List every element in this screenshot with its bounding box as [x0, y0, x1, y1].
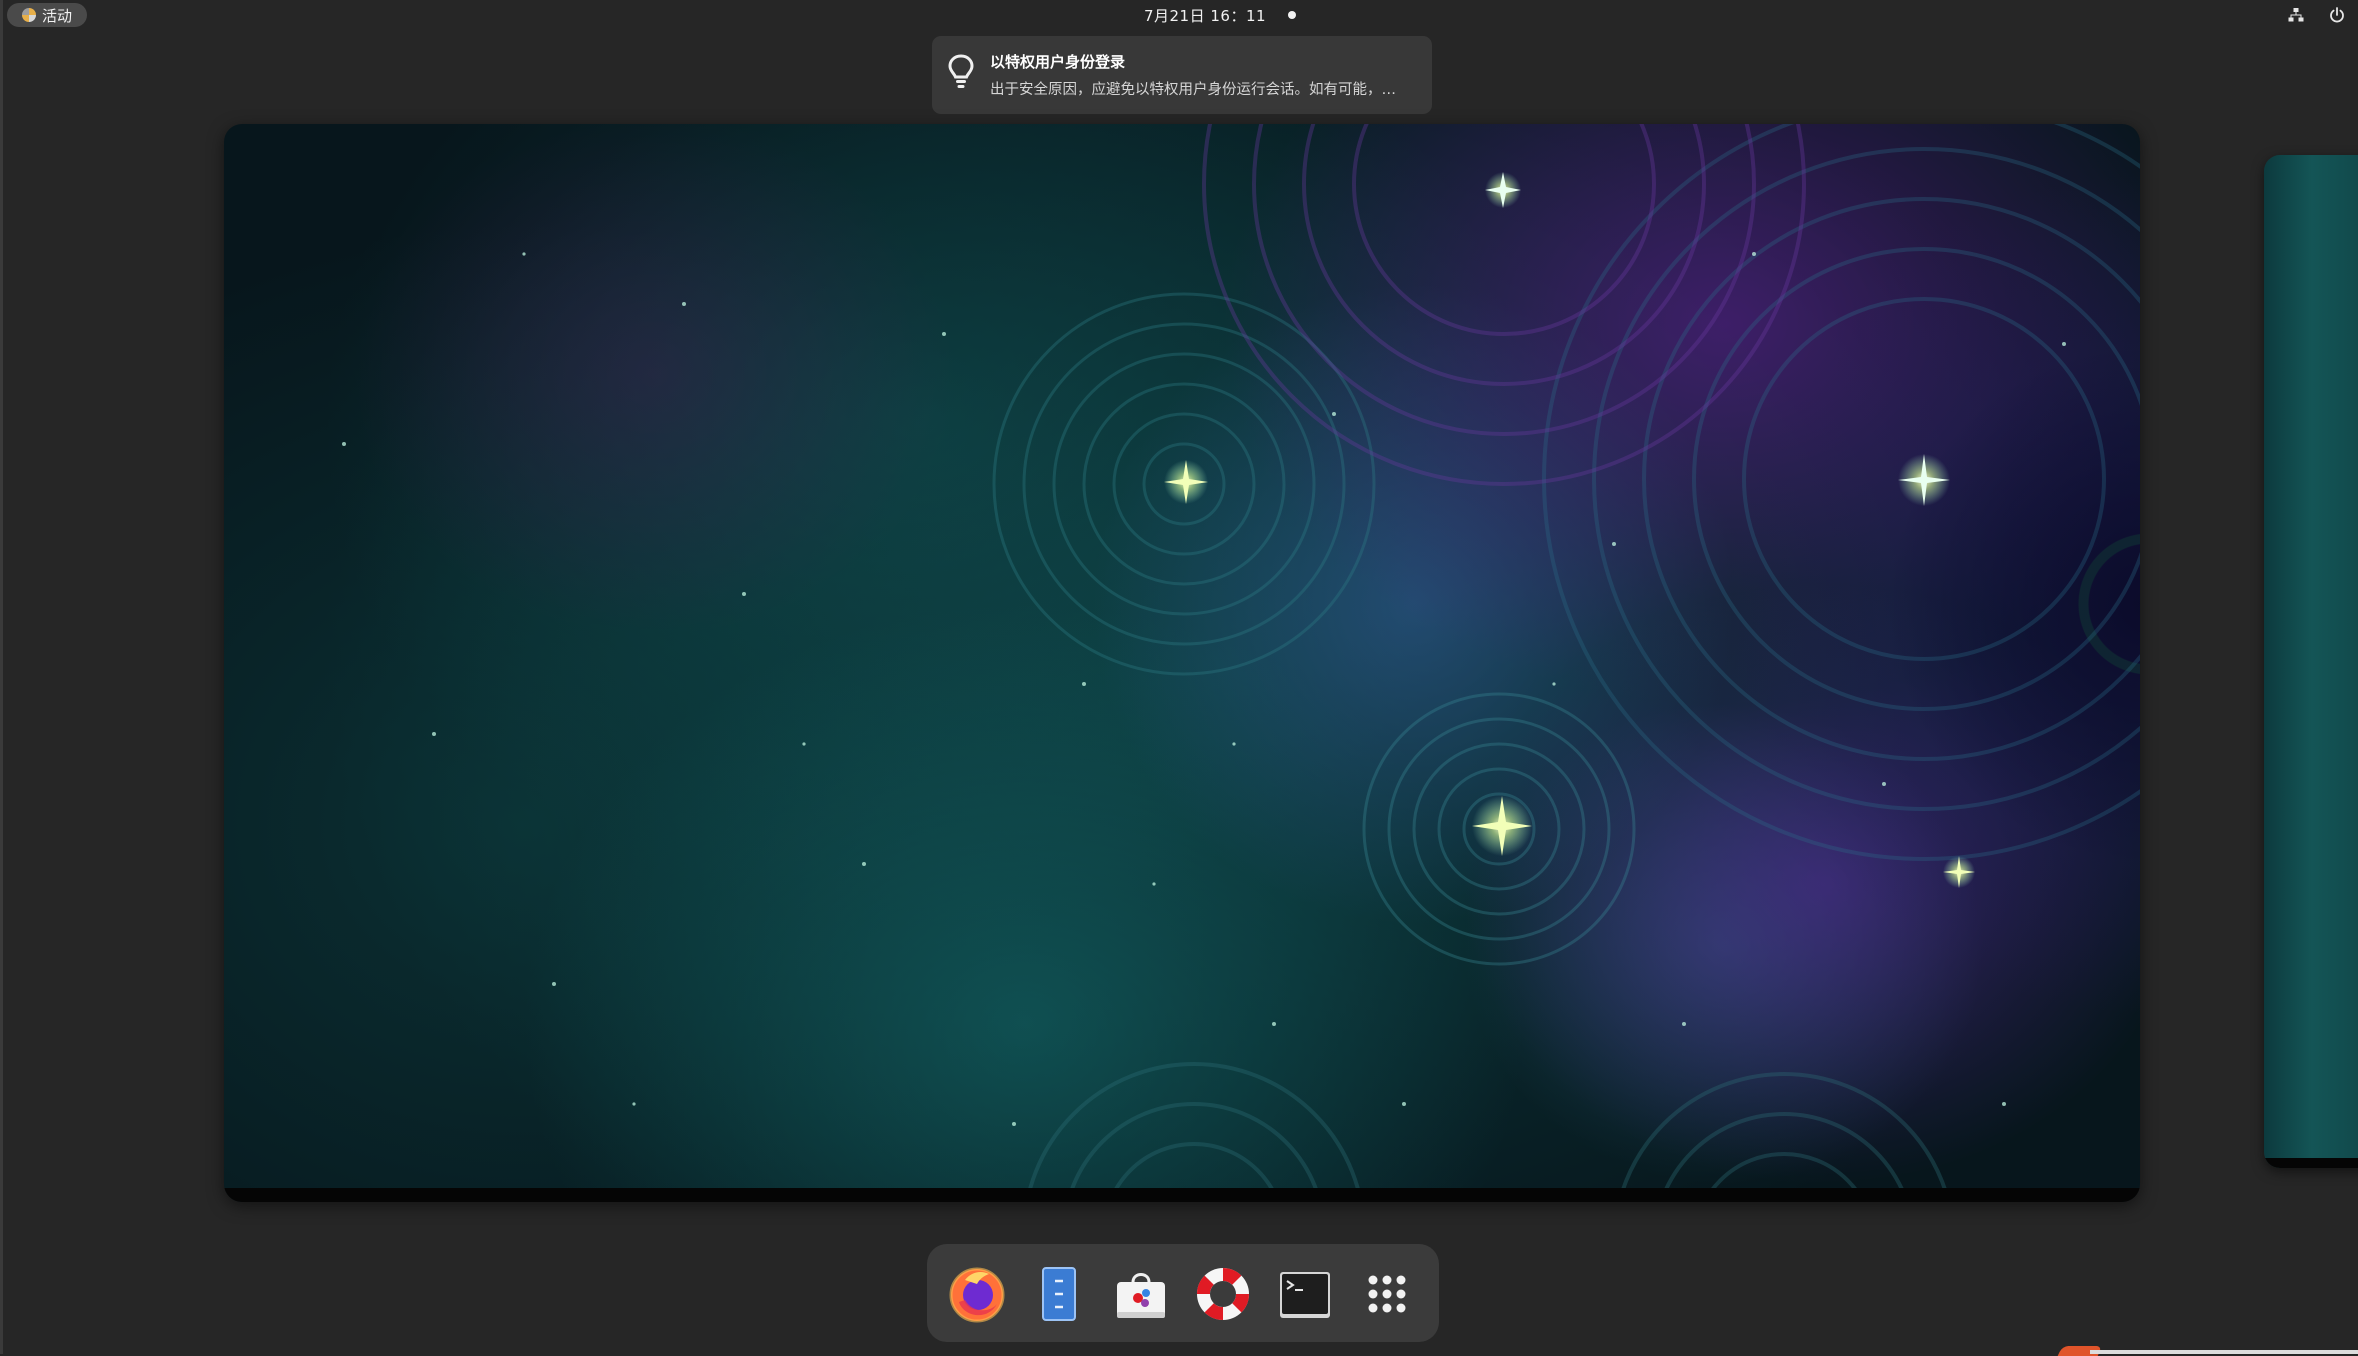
- next-workspace-thumbnail[interactable]: [2264, 155, 2358, 1168]
- wallpaper-art: [342, 124, 2140, 1202]
- clock-label: 7月21日 16：11: [1143, 6, 1267, 25]
- workspace-thumbnail[interactable]: [224, 124, 2140, 1202]
- notification-dot-icon: [1288, 11, 1297, 19]
- file-manager-icon: [1042, 1267, 1076, 1321]
- bottom-edge-line: [2090, 1350, 2358, 1354]
- clock-button[interactable]: 7月21日 16：11: [1100, 4, 1340, 26]
- dock-item-files[interactable]: [1029, 1264, 1089, 1324]
- dock-item-terminal[interactable]: [1275, 1264, 1335, 1324]
- network-wired-icon[interactable]: [2286, 5, 2306, 25]
- show-apps-button[interactable]: [1357, 1264, 1417, 1324]
- activities-label: 活动: [41, 6, 72, 25]
- next-workspace-bottom-band: [2264, 1158, 2358, 1168]
- dock-item-help[interactable]: [1193, 1264, 1253, 1324]
- notification-title: 以特权用户身份登录: [990, 53, 1126, 71]
- notification-body: 出于安全原因，应避免以特权用户身份运行会话。如有可能，…: [990, 82, 1396, 98]
- lightbulb-icon: [948, 54, 974, 88]
- dock-item-firefox[interactable]: [947, 1264, 1007, 1324]
- power-icon[interactable]: [2327, 5, 2347, 25]
- terminal-icon: [1280, 1272, 1330, 1318]
- firefox-icon: [949, 1267, 1005, 1323]
- dock: [927, 1244, 1439, 1342]
- distro-logo-icon: [21, 8, 36, 22]
- workspace-bottom-band: [224, 1188, 2140, 1202]
- help-lifebuoy-icon: [1197, 1268, 1249, 1320]
- notification-banner[interactable]: 以特权用户身份登录 出于安全原因，应避免以特权用户身份运行会话。如有可能，…: [932, 36, 1432, 114]
- screen-left-edge: [0, 0, 3, 1354]
- app-grid-icon: [1368, 1275, 1406, 1313]
- activities-button[interactable]: 活动: [7, 3, 87, 27]
- software-store-icon: [1117, 1273, 1165, 1318]
- top-bar: 活动 7月21日 16：11: [0, 0, 2358, 30]
- dock-item-software[interactable]: [1111, 1264, 1171, 1324]
